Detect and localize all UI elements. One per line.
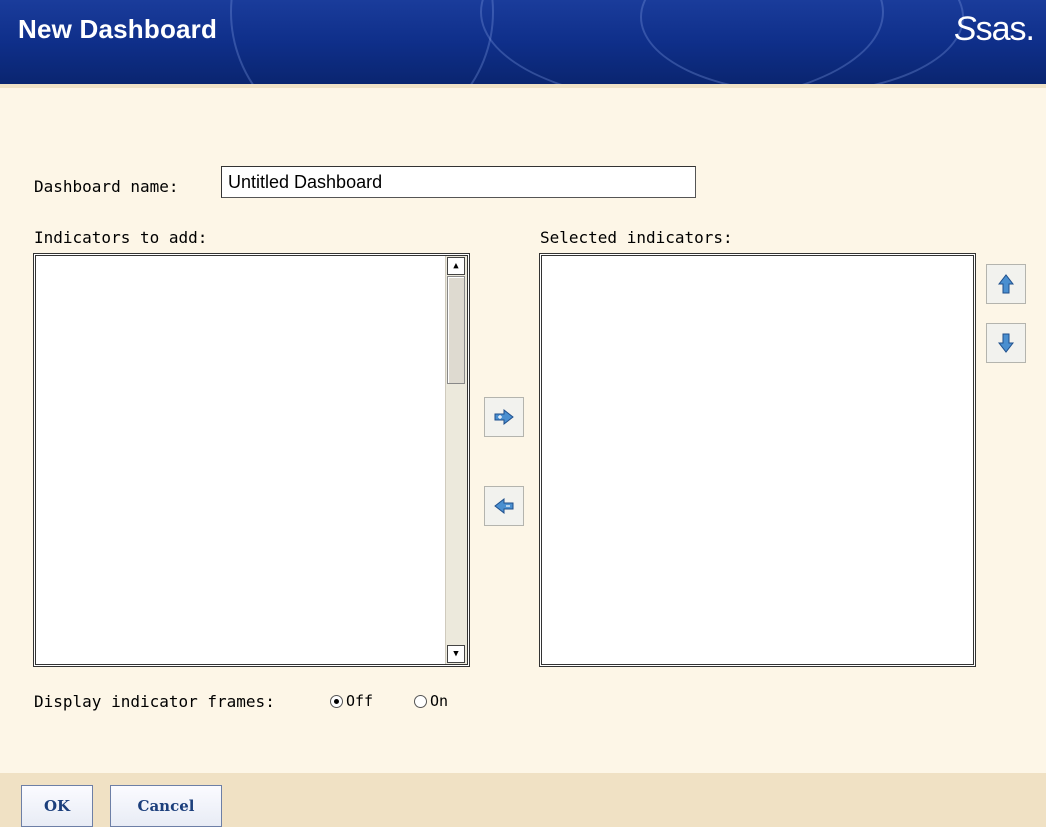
scroll-down-button[interactable]: ▼ [447, 645, 465, 663]
frames-on-label: On [430, 692, 449, 710]
header-swirl-decoration [640, 0, 964, 84]
scroll-up-button[interactable]: ▲ [447, 257, 465, 275]
add-indicator-button[interactable] [484, 397, 524, 437]
header-divider [0, 84, 1046, 88]
frames-on-radio[interactable]: On [414, 692, 448, 710]
vertical-scrollbar[interactable]: ▲ ▼ [445, 256, 467, 664]
dashboard-name-label: Dashboard name: [34, 177, 179, 196]
header-swirl-decoration [230, 0, 494, 84]
sas-logo: Ssas. [953, 10, 1035, 49]
page-title: New Dashboard [18, 14, 218, 44]
selected-indicators-list[interactable] [539, 253, 976, 667]
indicators-to-add-list[interactable]: ▲ ▼ [33, 253, 470, 667]
radio-checked-icon[interactable] [330, 694, 343, 708]
dashboard-name-input[interactable] [221, 166, 696, 198]
display-indicator-frames-label: Display indicator frames: [34, 692, 275, 711]
header-banner: New Dashboard Ssas. [0, 0, 1046, 84]
frames-off-label: Off [346, 692, 374, 710]
selected-indicators-label: Selected indicators: [540, 228, 733, 247]
cancel-button[interactable]: Cancel [110, 785, 222, 827]
arrow-up-icon [998, 274, 1014, 294]
remove-indicator-button[interactable] [484, 486, 524, 526]
sas-logo-s-icon: S [953, 10, 977, 48]
logo-text: sas. [975, 10, 1035, 48]
move-down-button[interactable] [986, 323, 1026, 363]
scrollbar-thumb[interactable] [447, 276, 465, 384]
arrow-left-icon [494, 498, 514, 514]
radio-unchecked-icon[interactable] [414, 694, 427, 708]
arrow-right-icon [494, 409, 514, 425]
ok-button[interactable]: OK [21, 785, 93, 827]
arrow-down-icon [998, 333, 1014, 353]
move-up-button[interactable] [986, 264, 1026, 304]
indicators-to-add-label: Indicators to add: [34, 228, 208, 247]
frames-off-radio[interactable]: Off [330, 692, 373, 710]
